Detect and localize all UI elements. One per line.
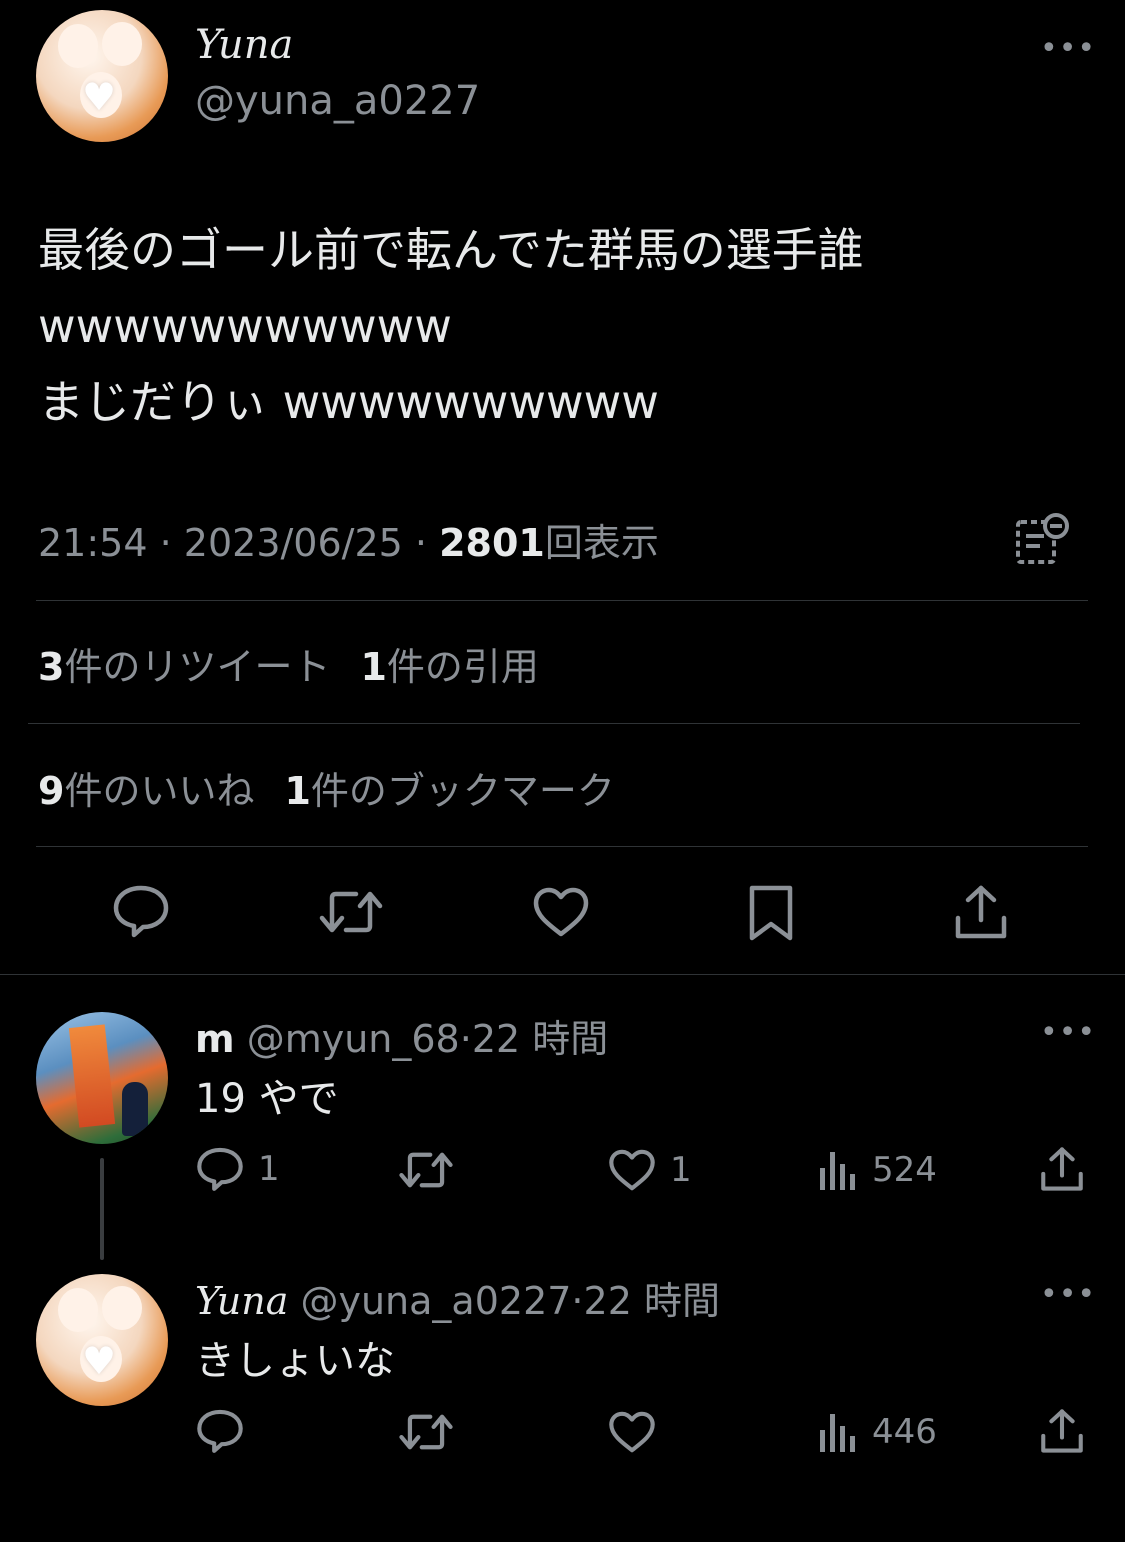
reply-author-handle[interactable]: @yuna_a0227 [300, 1279, 571, 1323]
reply-button[interactable]: 1 [196, 1146, 280, 1192]
views-icon [820, 1414, 855, 1452]
bookmarks-stat[interactable]: 1件のブックマーク [284, 769, 614, 813]
retweet-icon [399, 1414, 453, 1450]
tweet-text-line: まじだりぃ wwwwwwwwww [38, 375, 659, 429]
tweet-text-line: wwwwwwwwwww [38, 299, 452, 353]
reply-icon [197, 1147, 243, 1191]
tweet-date[interactable]: 2023/06/25 [184, 521, 403, 565]
share-icon [955, 885, 1007, 939]
more-options-icon[interactable]: ••• [1040, 34, 1096, 64]
bookmark-icon [749, 885, 793, 941]
author-avatar[interactable]: ♥ [36, 10, 168, 142]
like-icon [533, 887, 589, 937]
views-count: 524 [872, 1150, 937, 1190]
retweet-icon [319, 891, 383, 933]
author-name[interactable]: Yuna [195, 22, 293, 68]
share-button[interactable] [954, 884, 1008, 940]
reply-button[interactable] [196, 1408, 244, 1454]
like-button[interactable] [532, 886, 590, 938]
like-icon [609, 1411, 655, 1453]
views-count: 446 [872, 1412, 937, 1452]
reply-time[interactable]: 22 時間 [584, 1279, 720, 1323]
reply-count: 1 [258, 1149, 280, 1189]
reply-button[interactable] [112, 884, 170, 938]
share-icon [1041, 1409, 1083, 1453]
retweet-button[interactable] [398, 1410, 454, 1454]
meta-separator: · [459, 1017, 472, 1061]
tweet-detail-page: ♥ Yuna @yuna_a0227 ••• 最後のゴール前で転んでた群馬の選手… [0, 0, 1125, 1542]
quotes-stat[interactable]: 1件の引用 [360, 645, 538, 689]
reply-author-handle[interactable]: @myun_68 [247, 1017, 460, 1061]
views-count: 2801 [439, 521, 545, 565]
reply-text: きしょいな [195, 1338, 395, 1384]
divider [36, 600, 1088, 601]
likes-stat[interactable]: 9件のいいね [38, 769, 254, 813]
reply-icon [113, 885, 169, 938]
reply-header: Yuna @yuna_a0227·22 時間 [195, 1270, 720, 1325]
tweet-text-line: 最後のゴール前で転んでた群馬の選手誰 [38, 223, 864, 277]
reply-author-name[interactable]: Yuna [195, 1279, 288, 1323]
retweets-stat[interactable]: 3件のリツイート [38, 645, 330, 689]
reply-text: 19 やで [195, 1076, 339, 1122]
author-handle[interactable]: @yuna_a0227 [195, 78, 480, 124]
share-button[interactable] [1040, 1146, 1084, 1192]
divider [28, 723, 1080, 724]
reply-avatar[interactable]: ♥ [36, 1274, 168, 1406]
tweet-text: 最後のゴール前で転んでた群馬の選手誰 wwwwwwwwwww まじだりぃ www… [38, 212, 864, 440]
tweet-time[interactable]: 21:54 [38, 521, 148, 565]
meta-separator: · [414, 521, 428, 565]
meta-separator: · [159, 521, 172, 565]
bookmark-button[interactable] [748, 884, 794, 942]
views-button[interactable]: 524 [818, 1148, 937, 1192]
views-icon [820, 1152, 855, 1190]
reply-time[interactable]: 22 時間 [472, 1017, 608, 1061]
meta-separator: · [571, 1279, 584, 1323]
retweet-icon [399, 1152, 453, 1188]
divider [36, 846, 1088, 847]
more-options-icon[interactable]: ••• [1040, 1280, 1096, 1310]
thread-line [100, 1158, 104, 1260]
stats-row-likes: 9件のいいね 1件のブックマーク [38, 760, 615, 815]
like-count: 1 [670, 1150, 692, 1190]
share-button[interactable] [1040, 1408, 1084, 1454]
edit-history-icon[interactable] [1014, 512, 1070, 566]
reply-author-name[interactable]: m [195, 1017, 235, 1061]
divider [0, 974, 1125, 975]
retweet-button[interactable] [398, 1148, 454, 1192]
reply-avatar[interactable] [36, 1012, 168, 1144]
like-button[interactable]: 1 [608, 1148, 692, 1192]
tweet-meta: 21:54 · 2023/06/25 · 2801回表示 [38, 512, 659, 567]
reply-header: m @myun_68·22 時間 [195, 1008, 608, 1063]
retweet-button[interactable] [318, 886, 384, 938]
like-button[interactable] [608, 1410, 656, 1454]
share-icon [1041, 1147, 1083, 1191]
views-label: 回表示 [544, 521, 659, 565]
more-options-icon[interactable]: ••• [1040, 1018, 1096, 1048]
stats-row-retweets: 3件のリツイート 1件の引用 [38, 636, 539, 691]
like-icon [609, 1149, 655, 1191]
views-button[interactable]: 446 [818, 1410, 937, 1454]
reply-icon [197, 1409, 243, 1453]
